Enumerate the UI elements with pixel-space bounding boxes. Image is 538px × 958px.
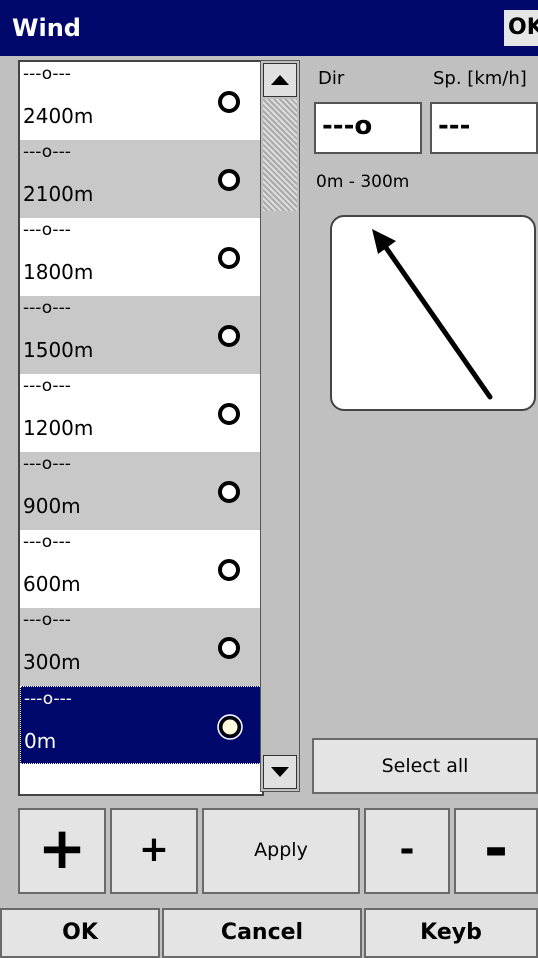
list-item[interactable]: ---o--- 1500m: [20, 296, 262, 374]
scroll-up-button[interactable]: [263, 63, 297, 97]
list-item-direction: ---o---: [23, 142, 71, 162]
apply-button[interactable]: Apply: [202, 808, 360, 894]
list-item[interactable]: ---o--- 600m: [20, 530, 262, 608]
wind-compass: [330, 215, 536, 411]
circle-ring-icon: [218, 403, 240, 425]
list-item-altitude: 1500m: [23, 338, 94, 362]
list-item-altitude: 1200m: [23, 416, 94, 440]
title-ok-button[interactable]: OK: [504, 10, 538, 46]
list-item[interactable]: ---o--- 1800m: [20, 218, 262, 296]
list-item-altitude: 1800m: [23, 260, 94, 284]
speed-label: Sp. [km/h]: [433, 68, 527, 89]
triangle-up-icon: [271, 75, 289, 85]
list-item-direction: ---o---: [23, 610, 71, 630]
altitude-list[interactable]: ---o--- 2400m ---o--- 2100m ---o--- 1800…: [18, 60, 264, 796]
list-item-altitude: 600m: [23, 572, 81, 596]
list-item-direction: ---o---: [23, 298, 71, 318]
title-bar: Wind OK: [0, 0, 538, 56]
list-item-direction: ---o---: [23, 532, 71, 552]
circle-ring-icon: [217, 714, 243, 740]
minus-large-button[interactable]: -: [454, 808, 538, 894]
list-item-direction: ---o---: [23, 454, 71, 474]
window-title: Wind: [12, 14, 81, 42]
circle-ring-icon: [218, 169, 240, 191]
list-item[interactable]: ---o--- 1200m: [20, 374, 262, 452]
circle-ring-icon: [218, 481, 240, 503]
scroll-down-button[interactable]: [263, 755, 297, 789]
list-item-altitude: 2100m: [23, 182, 94, 206]
list-item[interactable]: ---o--- 2100m: [20, 140, 262, 218]
circle-ring-icon: [218, 325, 240, 347]
list-item-direction: ---o---: [23, 220, 71, 240]
list-item-direction: ---o---: [23, 64, 71, 84]
circle-ring-icon: [218, 637, 240, 659]
plus-small-button[interactable]: +: [110, 808, 198, 894]
dir-label: Dir: [318, 68, 345, 89]
range-label: 0m - 300m: [316, 172, 410, 192]
scroll-thumb[interactable]: [263, 99, 297, 211]
list-item[interactable]: ---o--- 300m: [20, 608, 262, 686]
arrow-icon: [372, 229, 493, 400]
list-item-altitude: 0m: [24, 729, 57, 753]
list-scrollbar[interactable]: [260, 60, 300, 792]
speed-field[interactable]: ---: [430, 102, 538, 154]
minus-small-button[interactable]: -: [364, 808, 450, 894]
ok-button[interactable]: OK: [0, 908, 160, 958]
list-item-direction: ---o---: [24, 689, 72, 709]
cancel-button[interactable]: Cancel: [162, 908, 362, 958]
plus-large-button[interactable]: +: [18, 808, 106, 894]
triangle-down-icon: [271, 767, 289, 777]
circle-ring-icon: [218, 247, 240, 269]
circle-ring-icon: [218, 559, 240, 581]
list-item-direction: ---o---: [23, 376, 71, 396]
list-item[interactable]: ---o--- 900m: [20, 452, 262, 530]
list-item-selected[interactable]: ---o--- 0m: [20, 686, 262, 764]
list-item[interactable]: ---o--- 2400m: [20, 62, 262, 140]
list-item-altitude: 900m: [23, 494, 81, 518]
circle-ring-icon: [218, 91, 240, 113]
keyboard-button[interactable]: Keyb: [364, 908, 538, 958]
list-item-altitude: 2400m: [23, 104, 94, 128]
select-all-button[interactable]: Select all: [312, 738, 538, 794]
list-item-altitude: 300m: [23, 650, 81, 674]
direction-field[interactable]: ---o: [314, 102, 422, 154]
